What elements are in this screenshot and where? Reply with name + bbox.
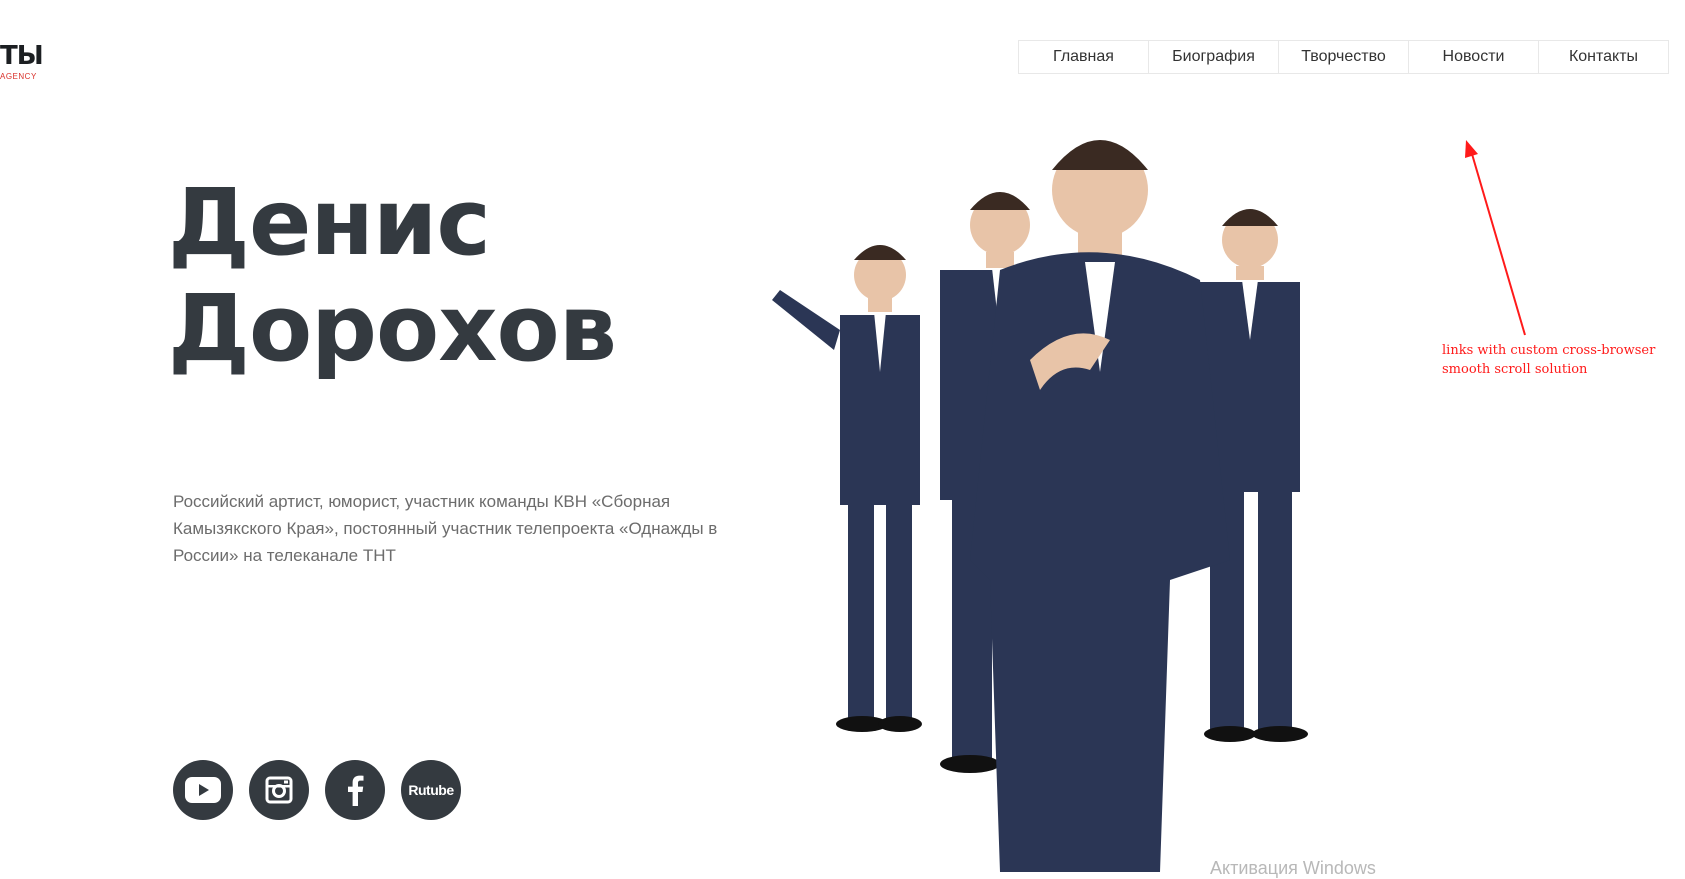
hero-title-first-name: Денис: [168, 169, 491, 276]
main-nav: Главная Биография Творчество Новости Кон…: [1018, 40, 1669, 74]
logo-subtext: AGENCY: [0, 72, 37, 81]
hero-description: Российский артист, юморист, участник ком…: [173, 492, 718, 565]
facebook-icon: [348, 775, 364, 806]
nav-link-biography[interactable]: Биография: [1149, 41, 1279, 73]
hero-title: Денис Дорохов: [168, 169, 617, 382]
social-links: Rutube: [173, 760, 461, 820]
rutube-link[interactable]: Rutube: [401, 760, 461, 820]
nav-link-home[interactable]: Главная: [1019, 41, 1149, 73]
hero-title-last-name: Дорохов: [168, 275, 617, 382]
logo[interactable]: ТЫ AGENCY: [0, 41, 44, 82]
facebook-link[interactable]: [325, 760, 385, 820]
nav-link-news[interactable]: Новости: [1409, 41, 1539, 73]
rutube-icon: Rutube: [408, 782, 454, 798]
windows-activation-watermark: Активация Windows: [1210, 858, 1376, 878]
youtube-icon: [185, 777, 221, 803]
logo-text: ТЫ: [0, 41, 44, 71]
youtube-link[interactable]: [173, 760, 233, 820]
nav-link-works[interactable]: Творчество: [1279, 41, 1409, 73]
annotation-arrow: [1465, 140, 1526, 336]
annotation-note: links with custom cross-browser smooth s…: [1442, 343, 1656, 377]
instagram-link[interactable]: [249, 760, 309, 820]
person-figure-left: [772, 245, 922, 732]
hero-photo: [772, 140, 1308, 872]
instagram-icon: [265, 776, 293, 804]
nav-link-contacts[interactable]: Контакты: [1539, 41, 1668, 73]
